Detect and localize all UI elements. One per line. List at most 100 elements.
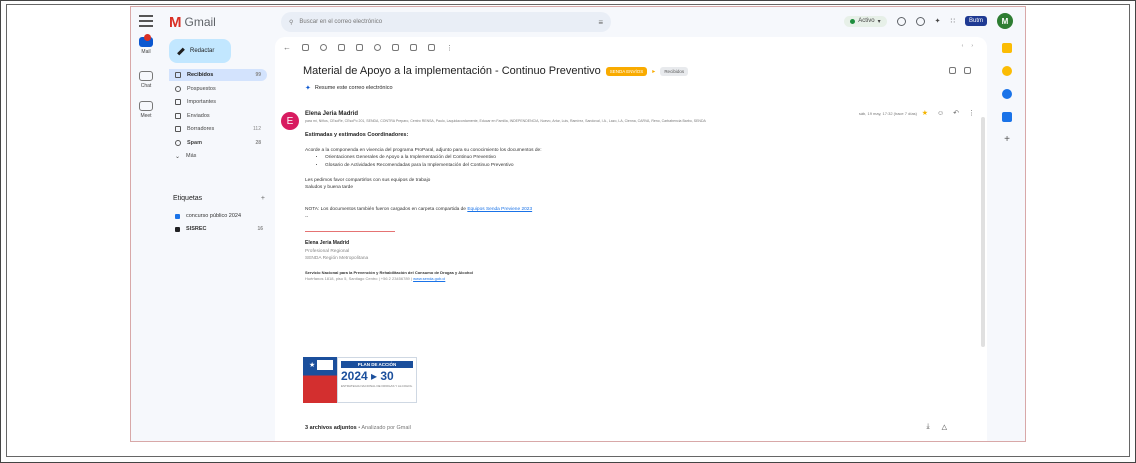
message-date: sáb, 19 may, 17:32 (hace 7 días) bbox=[858, 111, 917, 116]
gmail-logo[interactable]: M Gmail bbox=[169, 13, 216, 31]
inbox-chip[interactable]: Recibidos bbox=[660, 66, 689, 76]
rail-meet[interactable]: Meet bbox=[134, 101, 158, 119]
help-icon[interactable] bbox=[896, 16, 906, 26]
summarize-button[interactable]: ✦ Resume este correo electrónico bbox=[305, 84, 393, 92]
back-arrow-icon[interactable]: ← bbox=[283, 43, 291, 52]
label-concurso[interactable]: concurso público 2024 bbox=[175, 213, 263, 219]
signature-divider bbox=[305, 231, 395, 233]
document-list: Orientaciones Generales de Apoyo a la Im… bbox=[325, 154, 945, 169]
emoji-icon[interactable]: ☺ bbox=[937, 110, 944, 117]
sender-name[interactable]: Elena Jeria Madrid bbox=[305, 111, 358, 117]
label-chip[interactable]: SENDA ENVÍOS bbox=[605, 66, 648, 76]
prev-icon[interactable]: ‹ bbox=[962, 43, 964, 49]
sparkle-icon: ✦ bbox=[305, 85, 311, 92]
sidebar-item-sent[interactable]: Enviados bbox=[169, 110, 267, 122]
body-line: Saludos y buena tarde bbox=[305, 185, 354, 191]
snooze-icon[interactable] bbox=[374, 44, 381, 51]
next-icon[interactable]: › bbox=[971, 43, 973, 49]
subject-actions bbox=[949, 67, 971, 74]
status-selector[interactable]: Activo ▾ bbox=[844, 15, 887, 27]
sidebar-item-snoozed[interactable]: Pospuestos bbox=[169, 83, 267, 95]
subject-text: Material de Apoyo a la implementación - … bbox=[303, 65, 601, 77]
government-logo: ★ bbox=[303, 357, 337, 403]
spam-icon bbox=[175, 139, 181, 146]
star-icon[interactable]: ★ bbox=[922, 109, 928, 117]
attachments-header: 3 archivos adjuntos • Analizado por Gmai… bbox=[305, 425, 411, 431]
shared-folder-link[interactable]: Equipos Senda Previene 2023 bbox=[467, 207, 532, 212]
inbox-icon bbox=[175, 72, 181, 78]
separator-dashes: -- bbox=[305, 214, 309, 220]
more-vert-icon[interactable]: ⋮ bbox=[968, 109, 975, 117]
sidebar-item-count: 28 bbox=[255, 139, 261, 146]
compose-button[interactable]: Redactar bbox=[169, 39, 231, 63]
sidebar-item-label: Importantes bbox=[187, 99, 217, 105]
chevron-down-icon: ⌄ bbox=[175, 153, 181, 160]
search-input[interactable]: Buscar en el correo electrónico bbox=[299, 19, 382, 25]
mail-icon bbox=[139, 34, 153, 47]
keep-icon[interactable] bbox=[1002, 66, 1012, 76]
more-vert-icon[interactable]: ⋮ bbox=[446, 44, 453, 52]
mark-unread-icon[interactable] bbox=[356, 44, 363, 51]
report-spam-icon[interactable] bbox=[320, 44, 327, 51]
apps-grid-icon[interactable]: ∷ bbox=[951, 17, 955, 25]
send-icon bbox=[175, 112, 181, 119]
plan-subtitle: ESTRATEGIA NACIONAL DE DROGAS Y ALCOHOL bbox=[341, 384, 413, 388]
sidebar-item-spam[interactable]: Spam 28 bbox=[169, 137, 267, 149]
print-icon[interactable] bbox=[949, 67, 956, 74]
label-name: concurso público 2024 bbox=[186, 213, 242, 219]
chat-icon bbox=[139, 71, 153, 81]
tasks-icon[interactable] bbox=[1002, 89, 1012, 99]
attachment-thumbnail[interactable] bbox=[305, 441, 385, 442]
archive-icon[interactable] bbox=[302, 44, 309, 51]
recipients-line[interactable]: para mí, Niños, CEsoRe, CEsoPo 201, SEND… bbox=[305, 119, 915, 124]
add-to-drive-icon[interactable]: △ bbox=[942, 423, 947, 431]
label-icon[interactable] bbox=[428, 44, 435, 51]
download-all-icon[interactable]: ⤓ bbox=[927, 423, 930, 431]
attachment-thumbnail[interactable] bbox=[393, 441, 473, 442]
reply-icon[interactable]: ↶ bbox=[953, 109, 959, 117]
message-body: Estimadas y estimados Coordinadores: Aco… bbox=[305, 131, 945, 283]
sidebar-item-label: Recibidos bbox=[187, 72, 214, 78]
message-toolbar: ← ⋮ bbox=[283, 43, 453, 52]
account-avatar[interactable]: M bbox=[997, 13, 1013, 29]
rail-mail[interactable]: Mail bbox=[134, 34, 158, 55]
menu-icon[interactable] bbox=[139, 15, 153, 27]
open-new-window-icon[interactable] bbox=[964, 67, 971, 74]
sidebar-item-drafts[interactable]: Borradores 112 bbox=[169, 123, 267, 135]
signature-unit: SENDA Región Metropolitana bbox=[305, 256, 369, 262]
pager: ‹ › bbox=[962, 43, 973, 49]
delete-icon[interactable] bbox=[338, 44, 345, 51]
sidebar-item-label: Spam bbox=[187, 139, 202, 146]
website-link[interactable]: www.senda.gob.cl bbox=[413, 276, 445, 281]
add-task-icon[interactable] bbox=[392, 44, 399, 51]
calendar-icon[interactable] bbox=[1002, 43, 1012, 53]
sidebar-item-label: Más bbox=[186, 153, 197, 159]
unread-badge bbox=[144, 34, 151, 41]
search-options-icon[interactable]: ≡ bbox=[598, 18, 603, 27]
list-item: Glosario de Actividades Recomendadas par… bbox=[325, 162, 945, 169]
rail-chat[interactable]: Chat bbox=[134, 71, 158, 89]
summarize-label: Resume este correo electrónico bbox=[314, 85, 393, 91]
org-brand: Butm bbox=[964, 16, 987, 26]
scrollbar[interactable] bbox=[981, 117, 985, 347]
contacts-icon[interactable] bbox=[1002, 112, 1012, 122]
important-icon bbox=[175, 99, 181, 105]
sidebar-item-more[interactable]: ⌄ Más bbox=[169, 150, 267, 162]
search-bar[interactable]: ⚲ Buscar en el correo electrónico ≡ bbox=[281, 12, 611, 32]
sidebar-item-label: Enviados bbox=[187, 112, 210, 119]
label-sisrec[interactable]: SISREC 16 bbox=[175, 226, 263, 232]
add-label-icon[interactable]: + bbox=[261, 195, 265, 202]
body-line: Les pedimos favor compartirlos con sus e… bbox=[305, 177, 431, 183]
attachment-thumbnail[interactable] bbox=[481, 441, 561, 442]
sidebar-item-important[interactable]: Importantes bbox=[169, 96, 267, 108]
sidebar-item-inbox[interactable]: Recibidos 99 bbox=[169, 69, 267, 81]
gemini-icon[interactable]: ✦ bbox=[935, 17, 941, 25]
compose-label: Redactar bbox=[190, 48, 215, 54]
move-to-icon[interactable] bbox=[410, 44, 417, 51]
sender-avatar[interactable]: E bbox=[281, 112, 299, 130]
gear-icon[interactable] bbox=[915, 16, 925, 26]
labels-header: Etiquetas + bbox=[173, 195, 265, 202]
add-app-icon[interactable]: + bbox=[1002, 135, 1012, 145]
list-item: Orientaciones Generales de Apoyo a la Im… bbox=[325, 154, 945, 161]
intro-text: Acorde a la componenda en vivencia del p… bbox=[305, 147, 542, 153]
